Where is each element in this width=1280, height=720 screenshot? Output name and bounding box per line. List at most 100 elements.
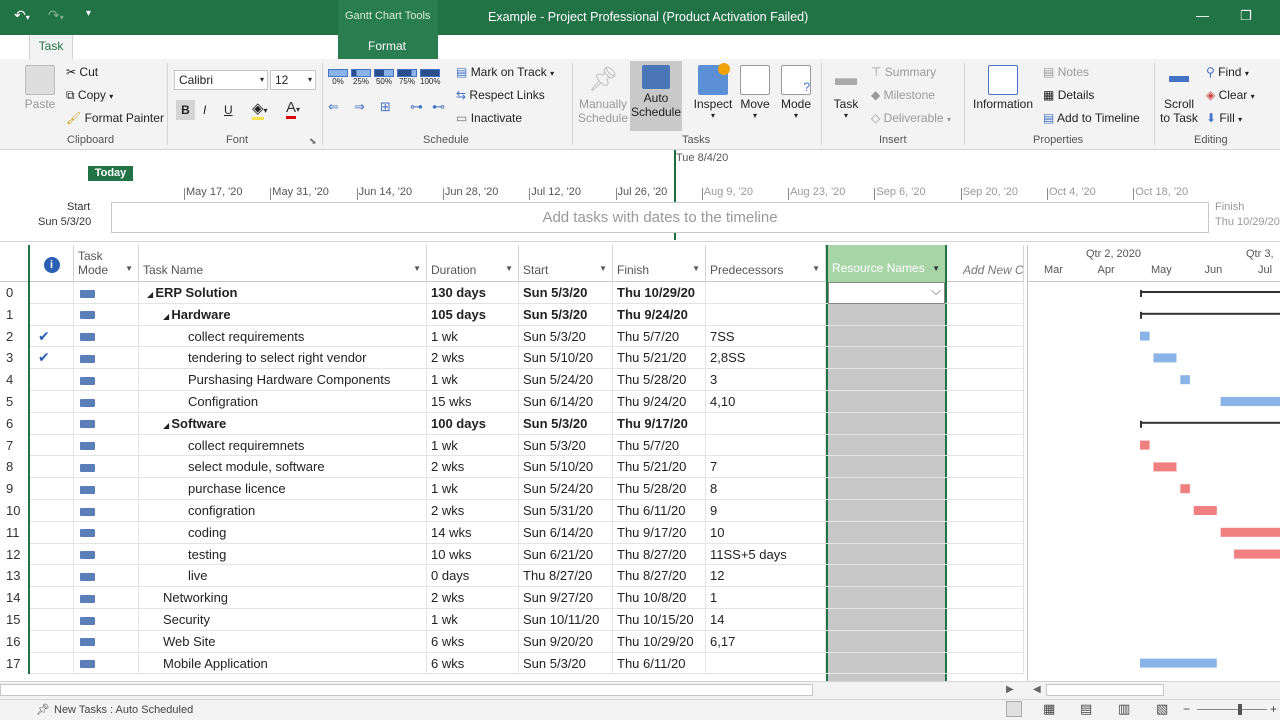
font-dialog-launcher-icon[interactable]: ⬊ [309,136,317,147]
start-cell[interactable]: Sun 9/27/20 [519,587,613,609]
font-family-select[interactable]: Calibri ▾ [174,70,268,90]
row-id[interactable]: 14 [0,587,30,609]
task-name-cell[interactable]: Web Site [139,630,427,653]
add-new-cell[interactable] [947,478,1024,500]
customize-qat-icon[interactable]: ▾ [86,8,91,19]
start-cell[interactable]: Sun 5/3/20 [519,325,613,348]
table-row[interactable]: 13 live 0 days Thu 8/27/20 Thu 8/27/20 12 [0,565,1024,588]
duration-cell[interactable]: 1 wk [427,478,519,500]
row-id[interactable]: 9 [0,478,30,500]
start-cell[interactable]: Sun 5/3/20 [519,412,613,435]
sign-in-link[interactable]: Sign in [1178,39,1215,59]
predecessors-cell[interactable]: 6,17 [706,630,826,653]
task-name-cell[interactable]: Purshasing Hardware Components [139,369,427,391]
filter-dropdown-icon[interactable]: ▼ [599,264,607,273]
add-new-cell[interactable] [947,391,1024,413]
row-id[interactable]: 12 [0,543,30,566]
start-cell[interactable]: Sun 5/3/20 [519,303,613,326]
predecessors-cell[interactable] [706,412,826,435]
resource-names-cell[interactable]: ⌵ [828,282,945,304]
task-mode-cell[interactable] [74,652,139,675]
percent-complete-100-button[interactable]: 100% [420,69,440,86]
duration-cell[interactable]: 2 wks [427,456,519,479]
add-new-cell[interactable] [947,609,1024,631]
predecessors-cell[interactable]: 4,10 [706,391,826,413]
cut-button[interactable]: ✂ Cut [66,65,98,79]
predecessors-cell[interactable]: 1 [706,587,826,609]
task-name-cell[interactable]: testing [139,543,427,566]
finish-cell[interactable]: Thu 9/17/20 [613,521,706,544]
duration-cell[interactable]: 2 wks [427,347,519,370]
finish-cell[interactable]: Thu 9/24/20 [613,303,706,326]
minimize-icon[interactable]: — [1196,8,1209,23]
resource-dropdown-icon[interactable]: ⌵ [931,283,941,301]
task-mode-cell[interactable] [74,347,139,370]
duration-cell[interactable]: 1 wk [427,325,519,348]
duration-cell[interactable]: 2 wks [427,500,519,522]
task-name-cell[interactable]: select module, software [139,456,427,479]
task-mode-cell[interactable] [74,630,139,653]
insert-task-button[interactable]: ▬ Task ▾ [828,65,864,120]
resource-names-cell[interactable] [828,587,945,609]
font-color-icon[interactable]: A▾ [286,99,300,119]
tab-view[interactable]: View [295,39,321,59]
add-to-timeline-button[interactable]: ▤ Add to Timeline [1043,111,1140,125]
fill-button[interactable]: ⬇ Fill ▾ [1206,111,1242,125]
finish-cell[interactable]: Thu 5/28/20 [613,369,706,391]
scroll-right-icon[interactable]: ▶ [1006,684,1014,695]
finish-cell[interactable]: Thu 10/29/20 [613,282,706,304]
add-new-cell[interactable] [947,652,1024,675]
finish-cell[interactable]: Thu 5/28/20 [613,478,706,500]
row-id[interactable]: 16 [0,630,30,653]
row-id[interactable]: 4 [0,369,30,391]
add-new-cell[interactable] [947,412,1024,435]
finish-cell[interactable]: Thu 5/7/20 [613,434,706,457]
duration-cell[interactable]: 2 wks [427,587,519,609]
tab-resource[interactable]: Resource [91,39,142,59]
duration-cell[interactable]: 1 wk [427,369,519,391]
timeline-pane[interactable]: Today Tue 8/4/20 May 17, '20 May 31, '20 J… [0,150,1280,242]
add-new-cell[interactable] [947,282,1024,304]
task-name-cell[interactable]: collect requiremnets [139,434,427,457]
row-id[interactable]: 8 [0,456,30,479]
format-painter-button[interactable]: 🖌︎ Format Painter [66,111,164,125]
table-row[interactable]: 6 ◢ Software 100 days Sun 5/3/20 Thu 9/17/20 [0,412,1024,435]
task-name-cell[interactable]: collect requirements [139,325,427,348]
duration-cell[interactable]: 6 wks [427,652,519,675]
move-button[interactable]: Move ▾ [736,65,774,120]
manually-schedule-button[interactable]: 📌︎ Manually Schedule [576,65,630,125]
add-new-cell[interactable] [947,587,1024,609]
predecessors-header[interactable]: Predecessors ▼ [706,245,826,282]
duration-cell[interactable]: 100 days [427,412,519,435]
horizontal-scrollbars[interactable]: ▶ ◀ [0,681,1280,699]
tell-me-search[interactable]: 💡︎ Tell me what you want to do... [453,39,623,59]
table-row[interactable]: 15 Security 1 wk Sun 10/11/20 Thu 10/15/20 14 [0,609,1024,631]
report-icon[interactable]: ▧ [1156,701,1168,717]
start-cell[interactable]: Sun 5/3/20 [519,282,613,304]
table-row[interactable]: 5 Configration 15 wks Sun 6/14/20 Thu 9/24/2… [0,391,1024,413]
duration-cell[interactable]: 130 days [427,282,519,304]
tab-format[interactable]: Format [368,39,406,59]
percent-complete-0-button[interactable]: 0% [328,69,348,86]
paste-button[interactable]: Paste [22,65,58,111]
add-new-cell[interactable] [947,521,1024,544]
font-size-select[interactable]: 12 ▾ [270,70,316,90]
finish-cell[interactable]: Thu 8/27/20 [613,565,706,588]
finish-cell[interactable]: Thu 5/7/20 [613,325,706,348]
deliverable-button[interactable]: ◇ Deliverable ▾ [871,111,951,125]
percent-complete-25-button[interactable]: 25% [351,69,371,86]
table-row[interactable]: 7 collect requiremnets 1 wk Sun 5/3/20 Thu 5… [0,434,1024,457]
zoom-out-icon[interactable]: − [1183,702,1190,716]
percent-complete-75-button[interactable]: 75% [397,69,417,86]
task-mode-cell[interactable] [74,282,139,304]
timeline-bar[interactable]: Add tasks with dates to the timeline [111,202,1209,233]
unlink-tasks-icon[interactable]: ⊷ [432,99,445,115]
mark-on-track-button[interactable]: ▤ Mark on Track ▾ [456,65,554,79]
table-row[interactable]: 10 configration 2 wks Sun 5/31/20 Thu 6/11/2… [0,500,1024,522]
predecessors-cell[interactable]: 2,8SS [706,347,826,370]
table-row[interactable]: 9 purchase licence 1 wk Sun 5/24/20 Thu 5/28… [0,478,1024,500]
predecessors-cell[interactable] [706,303,826,326]
start-cell[interactable]: Sun 10/11/20 [519,609,613,631]
table-row[interactable]: 11 coding 14 wks Sun 6/14/20 Thu 9/17/20 10 [0,521,1024,544]
table-row[interactable]: 4 Purshasing Hardware Components 1 wk Sun 5… [0,369,1024,391]
